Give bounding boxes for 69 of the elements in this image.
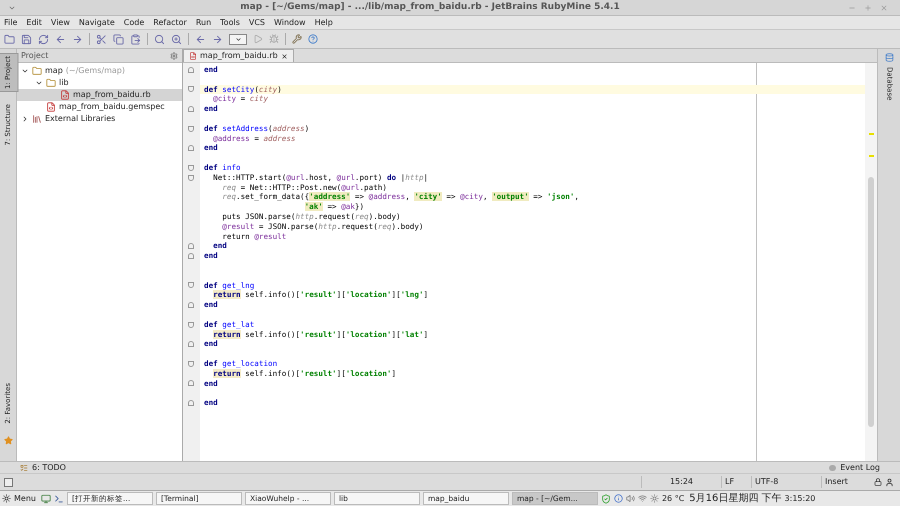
menu-item[interactable]: Window xyxy=(274,16,306,28)
warning-marker xyxy=(868,133,874,135)
star-icon xyxy=(4,436,12,445)
tree-item[interactable]: map (~/Gems/map) xyxy=(17,65,182,77)
redo-icon[interactable] xyxy=(72,34,83,44)
date: 5月16日星期四 下午 xyxy=(689,492,782,506)
todo-icon xyxy=(20,464,28,472)
clock: 3:15:20 xyxy=(784,492,816,504)
event-log-tab[interactable]: Event Log xyxy=(840,462,880,474)
menu-item[interactable]: View xyxy=(50,16,70,28)
event-log-icon xyxy=(829,464,836,470)
encoding-label[interactable]: UTF-8 xyxy=(751,476,821,488)
shield-icon xyxy=(600,494,611,504)
menu-item[interactable]: Code xyxy=(124,16,144,28)
panel-toggle-icon xyxy=(4,478,13,486)
file-icon xyxy=(46,102,56,112)
menu-item[interactable]: Navigate xyxy=(78,16,115,28)
volume-icon xyxy=(626,494,635,503)
cursor-position: 15:24 xyxy=(641,476,721,488)
warning-marker xyxy=(868,155,874,157)
open-folder-icon[interactable] xyxy=(4,34,15,44)
tree-item[interactable]: External Libraries xyxy=(17,113,182,125)
sync-icon[interactable] xyxy=(38,34,49,44)
temperature: 26 °C xyxy=(662,492,684,504)
insert-mode: Insert xyxy=(821,476,871,488)
window-title: map - [~/Gems/map] - .../lib/map_from_baidu.rb - JetBrains RubyMine 5.4.1 xyxy=(239,0,621,14)
run-config-dropdown[interactable] xyxy=(229,34,247,44)
search-icon[interactable] xyxy=(154,34,165,44)
undo-icon[interactable] xyxy=(55,34,66,44)
editor-tab[interactable]: map_from_baidu.rb xyxy=(183,49,294,62)
back-icon[interactable] xyxy=(195,34,206,44)
lock-icon xyxy=(874,478,882,486)
help-icon[interactable] xyxy=(308,34,318,44)
file-icon xyxy=(60,90,70,100)
zoom-icon[interactable] xyxy=(171,34,182,44)
menu-item[interactable]: File xyxy=(4,16,18,28)
tree-item[interactable]: map_from_baidu.gemspec xyxy=(17,101,182,113)
paste-icon[interactable] xyxy=(130,34,141,44)
cut-icon[interactable] xyxy=(96,34,107,44)
library-icon xyxy=(32,114,42,124)
desktop-icon[interactable] xyxy=(40,494,51,504)
copy-icon[interactable] xyxy=(113,34,124,44)
network-icon xyxy=(638,494,647,503)
line-ending-label[interactable]: LF xyxy=(721,476,751,488)
file-icon xyxy=(189,52,197,60)
tree-item[interactable]: map_from_baidu.rb xyxy=(17,89,182,101)
menu-item[interactable]: VCS xyxy=(248,16,266,28)
inspector-icon xyxy=(885,478,894,486)
menu-item[interactable]: Tools xyxy=(220,16,240,28)
terminal-icon[interactable] xyxy=(54,494,64,504)
save-icon[interactable] xyxy=(21,34,32,44)
menu-item[interactable]: Run xyxy=(196,16,212,28)
menu-item[interactable]: Help xyxy=(314,16,333,28)
caret-icon xyxy=(234,36,242,42)
menu-item[interactable]: Edit xyxy=(26,16,42,28)
folder-icon xyxy=(46,78,56,88)
close-icon xyxy=(880,4,888,12)
panel-title[interactable]: Project xyxy=(21,50,166,62)
forward-icon[interactable] xyxy=(212,34,223,44)
info-icon xyxy=(614,494,623,503)
menu-item[interactable]: Refactor xyxy=(153,16,187,28)
todo-tab[interactable]: 6: TODO xyxy=(32,462,66,474)
start-menu[interactable]: Menu xyxy=(14,492,36,504)
maximize-icon xyxy=(864,4,872,12)
close-icon xyxy=(280,52,288,60)
weather-icon xyxy=(650,494,659,503)
database-icon xyxy=(884,53,894,62)
folder-icon xyxy=(32,66,42,76)
tree-item[interactable]: lib xyxy=(17,77,182,89)
